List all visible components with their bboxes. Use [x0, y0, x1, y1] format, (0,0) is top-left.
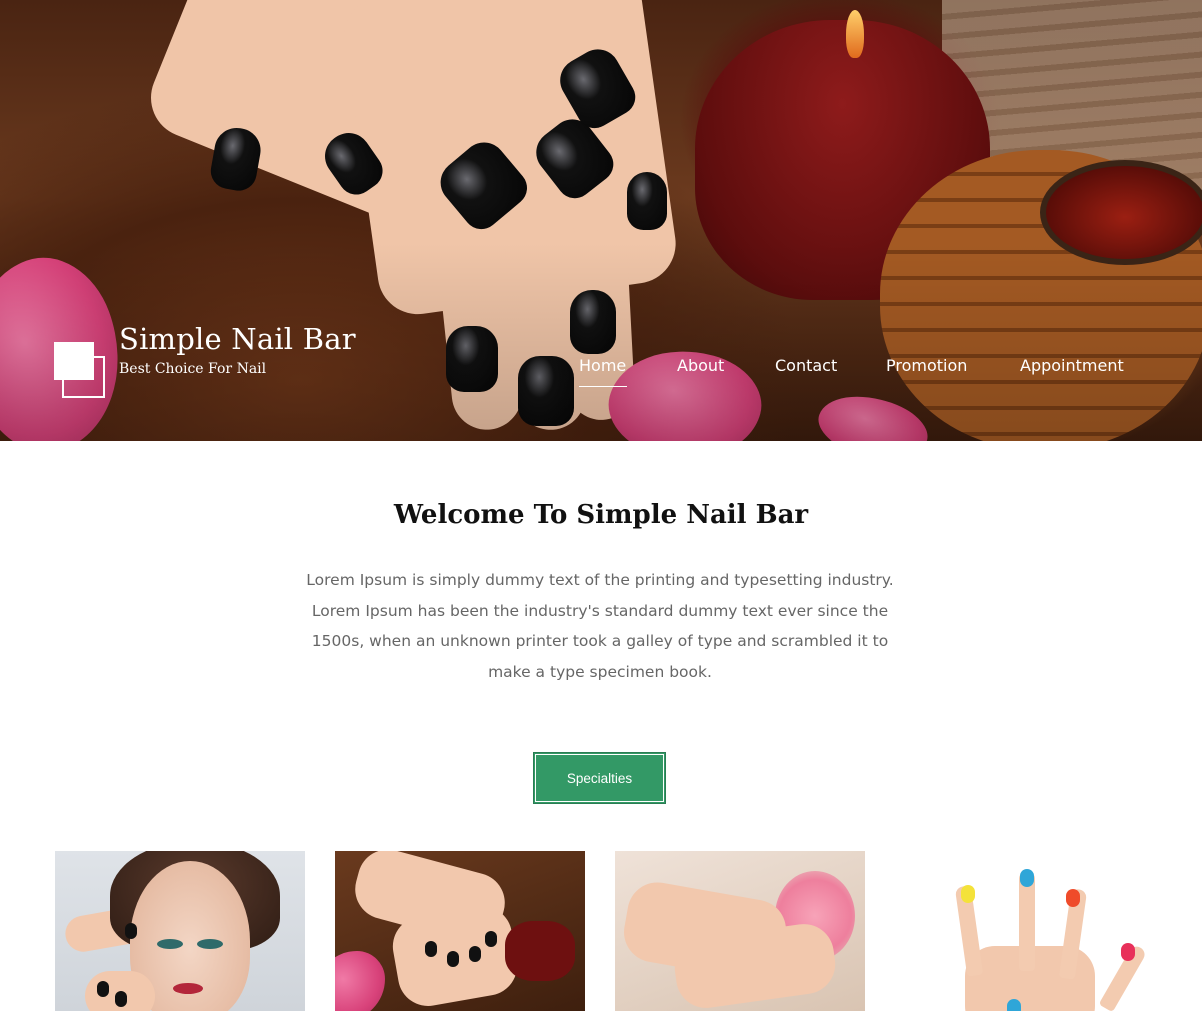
- nail: [447, 951, 459, 967]
- nail-pink: [1121, 943, 1135, 961]
- gallery-image-model[interactable]: [55, 851, 305, 1011]
- nail-blue: [1007, 999, 1021, 1011]
- nail-yellow: [961, 885, 975, 903]
- welcome-line: Lorem Ipsum is simply dummy text of the …: [306, 571, 894, 589]
- nav-item-appointment[interactable]: Appointment: [1020, 356, 1124, 375]
- site-title[interactable]: Simple Nail Bar: [119, 322, 356, 356]
- gallery-image-hands-candle[interactable]: [335, 851, 585, 1011]
- lips: [173, 983, 203, 994]
- nav-item-about[interactable]: About: [677, 356, 724, 375]
- nail: [425, 941, 437, 957]
- nav-active-indicator: [579, 386, 627, 387]
- main-nav: Home About Contact Promotion Appointment: [0, 356, 1202, 396]
- candle: [505, 921, 575, 981]
- nail-red: [1066, 889, 1080, 907]
- nav-item-home[interactable]: Home: [579, 356, 626, 375]
- nail: [115, 991, 127, 1007]
- welcome-line: make a type specimen book.: [488, 662, 712, 681]
- orchid-petal: [335, 951, 385, 1011]
- welcome-line: Lorem Ipsum has been the industry's stan…: [311, 601, 889, 620]
- nail: [485, 931, 497, 947]
- specialties-button[interactable]: Specialties: [533, 752, 666, 804]
- eye: [157, 939, 183, 949]
- welcome-paragraph: Lorem Ipsum is simply dummy text of the …: [290, 565, 910, 687]
- gallery-image-french-manicure[interactable]: [615, 851, 865, 1011]
- nav-item-promotion[interactable]: Promotion: [886, 356, 967, 375]
- nav-item-contact[interactable]: Contact: [775, 356, 837, 375]
- nail: [469, 946, 481, 962]
- welcome-heading: Welcome To Simple Nail Bar: [393, 500, 809, 530]
- welcome-line: 1500s, when an unknown printer took a ga…: [311, 632, 889, 650]
- nail-blue: [1020, 869, 1034, 887]
- eye: [197, 939, 223, 949]
- nail: [97, 981, 109, 997]
- nail: [125, 923, 137, 939]
- gallery-image-colorful-nails[interactable]: [895, 851, 1145, 1011]
